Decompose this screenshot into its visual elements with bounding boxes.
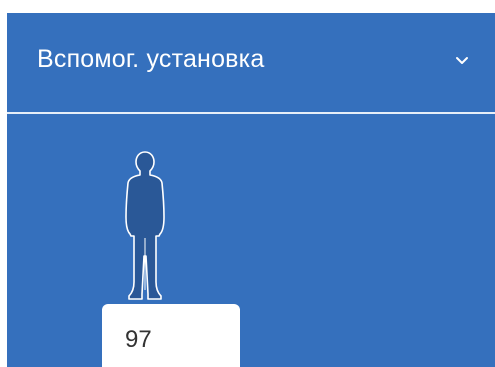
header-divider <box>7 112 495 114</box>
chevron-down-icon[interactable] <box>454 53 470 69</box>
auxiliary-unit-panel: Вспомог. установка 97 <box>7 13 495 367</box>
auxiliary-unit-header[interactable]: Вспомог. установка <box>7 13 495 112</box>
value-text: 97 <box>125 326 152 353</box>
panel-title: Вспомог. установка <box>37 45 265 73</box>
person-silhouette-icon <box>125 151 165 300</box>
value-field[interactable]: 97 <box>102 304 240 367</box>
